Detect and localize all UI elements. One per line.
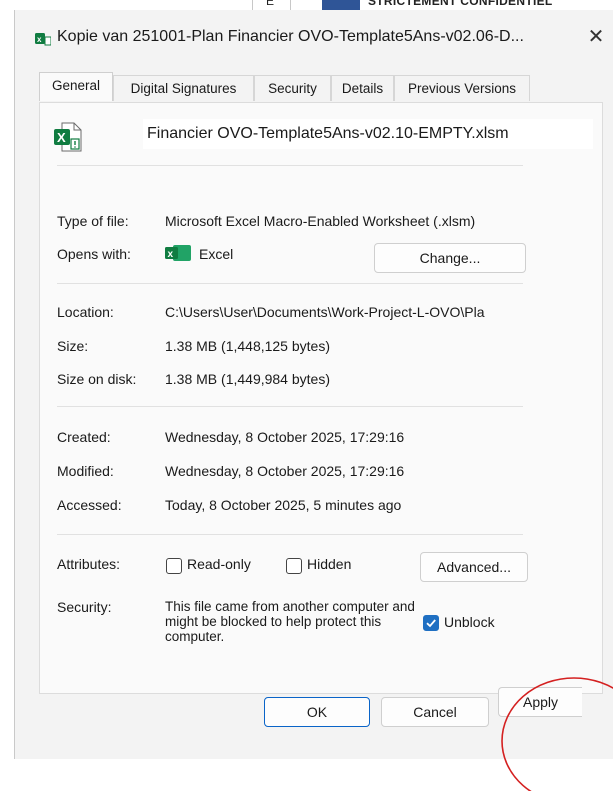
- tab-security[interactable]: Security: [254, 75, 331, 101]
- spreadsheet-cell-e: E: [266, 0, 275, 8]
- attributes-label: Attributes:: [57, 556, 121, 572]
- accessed-value: Today, 8 October 2025, 5 minutes ago: [165, 497, 402, 513]
- tab-details[interactable]: Details: [331, 75, 394, 101]
- type-label: Type of file:: [57, 213, 129, 229]
- hidden-label[interactable]: Hidden: [307, 556, 351, 572]
- accessed-label: Accessed:: [57, 497, 122, 513]
- title-bar: x Kopie van 251001-Plan Financier OVO-Te…: [15, 10, 613, 56]
- cancel-button[interactable]: Cancel: [381, 697, 489, 727]
- spreadsheet-blue-cell: [322, 0, 360, 10]
- advanced-button[interactable]: Advanced...: [420, 552, 528, 582]
- tab-digital-signatures[interactable]: Digital Signatures: [113, 75, 254, 101]
- close-icon[interactable]: ✕: [583, 24, 609, 50]
- excel-file-icon: x: [35, 33, 51, 46]
- spreadsheet-banner-text: STRICTEMENT CONFIDENTIEL: [368, 0, 553, 8]
- size-value: 1.38 MB (1,448,125 bytes): [165, 338, 330, 354]
- separator: [57, 534, 523, 535]
- created-label: Created:: [57, 429, 111, 445]
- location-value[interactable]: C:\Users\User\Documents\Work-Project-L-O…: [165, 304, 531, 320]
- separator: [57, 165, 523, 166]
- excel-file-icon: X: [54, 122, 82, 152]
- modified-label: Modified:: [57, 463, 114, 479]
- red-annotation-circle: [501, 677, 613, 791]
- general-panel: X Financier OVO-Template5Ans-v02.10-EMPT…: [39, 102, 603, 694]
- size-label: Size:: [57, 338, 89, 354]
- opens-with-label: Opens with:: [57, 246, 131, 262]
- security-label: Security:: [57, 599, 112, 615]
- filename-field[interactable]: Financier OVO-Template5Ans-v02.10-EMPTY.…: [143, 119, 593, 149]
- modified-value: Wednesday, 8 October 2025, 17:29:16: [165, 463, 405, 479]
- ok-button[interactable]: OK: [264, 697, 370, 727]
- window-title: Kopie van 251001-Plan Financier OVO-Temp…: [57, 28, 524, 45]
- file-properties-dialog: x Kopie van 251001-Plan Financier OVO-Te…: [14, 10, 613, 759]
- svg-text:x: x: [37, 35, 42, 44]
- created-value: Wednesday, 8 October 2025, 17:29:16: [165, 429, 405, 445]
- unblock-label[interactable]: Unblock: [444, 614, 495, 630]
- svg-text:x: x: [168, 249, 174, 260]
- tab-previous-versions[interactable]: Previous Versions: [394, 75, 530, 101]
- type-value: Microsoft Excel Macro-Enabled Worksheet …: [165, 213, 476, 229]
- size-on-disk-value: 1.38 MB (1,449,984 bytes): [165, 371, 330, 387]
- background-spreadsheet: E STRICTEMENT CONFIDENTIEL: [0, 0, 613, 10]
- checkmark-icon: [426, 619, 436, 628]
- svg-text:X: X: [57, 130, 66, 145]
- location-label: Location:: [57, 304, 114, 320]
- change-button[interactable]: Change...: [374, 243, 526, 273]
- spreadsheet-cell-border: [290, 0, 291, 10]
- spreadsheet-cell-border: [252, 0, 253, 10]
- security-message: This file came from another computer and…: [165, 599, 415, 644]
- excel-app-icon: x: [165, 245, 191, 261]
- separator: [57, 283, 523, 284]
- size-on-disk-label: Size on disk:: [57, 371, 137, 387]
- opens-with-value: Excel: [199, 246, 234, 262]
- separator: [57, 406, 523, 407]
- hidden-checkbox[interactable]: [286, 558, 302, 574]
- readonly-label[interactable]: Read-only: [187, 556, 251, 572]
- unblock-checkbox[interactable]: [423, 615, 439, 631]
- readonly-checkbox[interactable]: [166, 558, 182, 574]
- tab-general[interactable]: General: [39, 72, 113, 101]
